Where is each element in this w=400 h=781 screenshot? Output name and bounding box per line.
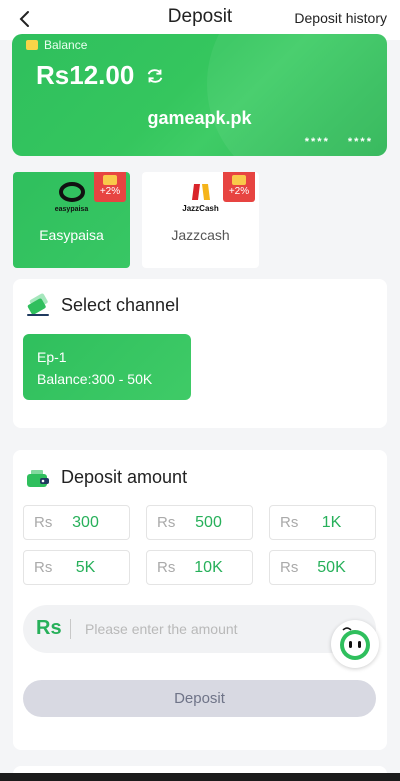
wallet-mini-icon bbox=[26, 40, 38, 50]
amount-preset-value: 1K bbox=[321, 513, 342, 531]
gift-icon bbox=[232, 175, 246, 185]
amount-preset-value: 5K bbox=[75, 558, 96, 576]
back-button[interactable] bbox=[12, 6, 36, 32]
easypaisa-logo-icon bbox=[58, 182, 85, 202]
amount-preset-50k[interactable]: Rs 50K bbox=[269, 550, 376, 585]
card-icon bbox=[27, 293, 49, 316]
promo-badge: +2% bbox=[223, 172, 255, 202]
balance-amount: Rs12.00 bbox=[36, 60, 166, 91]
channel-panel: Select channel Ep-1 Balance:300 - 50K bbox=[13, 279, 387, 428]
promo-badge-text: +2% bbox=[99, 186, 121, 197]
amount-preset-10k[interactable]: Rs 10K bbox=[146, 550, 253, 585]
site-name: gameapk.pk bbox=[147, 108, 252, 128]
amount-preset-500[interactable]: Rs 500 bbox=[146, 505, 253, 540]
balance-value: Rs12.00 bbox=[36, 60, 135, 90]
balance-label: Balance bbox=[26, 38, 87, 52]
amount-preset-1k[interactable]: Rs 1K bbox=[269, 505, 376, 540]
amount-preset-value: 300 bbox=[72, 513, 99, 531]
payment-method-name: Jazzcash bbox=[171, 227, 230, 243]
payment-method-jazzcash[interactable]: JazzCash Jazzcash +2% bbox=[142, 172, 259, 268]
amount-input-wrapper: Rs bbox=[23, 605, 376, 653]
system-navigation-bar bbox=[0, 773, 400, 781]
input-currency-label: Rs bbox=[36, 617, 62, 639]
jazzcash-logo-text: JazzCash bbox=[182, 204, 219, 213]
chevron-left-icon bbox=[19, 11, 29, 27]
input-divider bbox=[70, 619, 71, 639]
deposit-history-link[interactable]: Deposit history bbox=[294, 10, 387, 26]
payment-method-name: Easypaisa bbox=[39, 227, 104, 243]
amount-preset-value: 50K bbox=[317, 558, 346, 576]
channel-option[interactable]: Ep-1 Balance:300 - 50K bbox=[23, 334, 191, 400]
amount-preset-value: 500 bbox=[195, 513, 222, 531]
balance-label-text: Balance bbox=[44, 38, 88, 52]
wallet-icon bbox=[27, 470, 49, 487]
amount-input[interactable] bbox=[85, 613, 325, 645]
amount-preset-300[interactable]: Rs 300 bbox=[23, 505, 130, 540]
amount-panel: Deposit amount Rs 300 Rs 500 Rs 1K Rs 5K… bbox=[13, 450, 387, 750]
chat-support-icon bbox=[340, 627, 370, 660]
amount-preset-5k[interactable]: Rs 5K bbox=[23, 550, 130, 585]
amount-title: Deposit amount bbox=[61, 467, 188, 487]
promo-badge: +2% bbox=[94, 172, 126, 202]
easypaisa-logo-text: easypaisa bbox=[54, 206, 89, 213]
card-mask-group: **** bbox=[304, 136, 330, 148]
refresh-icon[interactable] bbox=[144, 65, 166, 87]
channel-name: Ep-1 bbox=[37, 349, 67, 365]
card-number-mask: **** **** bbox=[287, 136, 373, 148]
support-chat-button[interactable] bbox=[331, 620, 379, 668]
amount-preset-value: 10K bbox=[194, 558, 223, 576]
channel-title: Select channel bbox=[61, 295, 180, 315]
deposit-button[interactable]: Deposit bbox=[23, 680, 376, 717]
card-mask-group: **** bbox=[347, 136, 373, 148]
promo-badge-text: +2% bbox=[228, 186, 250, 197]
channel-range: Balance:300 - 50K bbox=[37, 371, 153, 387]
jazzcash-logo-icon bbox=[191, 184, 210, 200]
gift-icon bbox=[103, 175, 117, 185]
balance-card: Balance Rs12.00 gameapk.pk **** **** bbox=[12, 34, 387, 156]
payment-method-easypaisa[interactable]: easypaisa Easypaisa +2% bbox=[13, 172, 130, 268]
